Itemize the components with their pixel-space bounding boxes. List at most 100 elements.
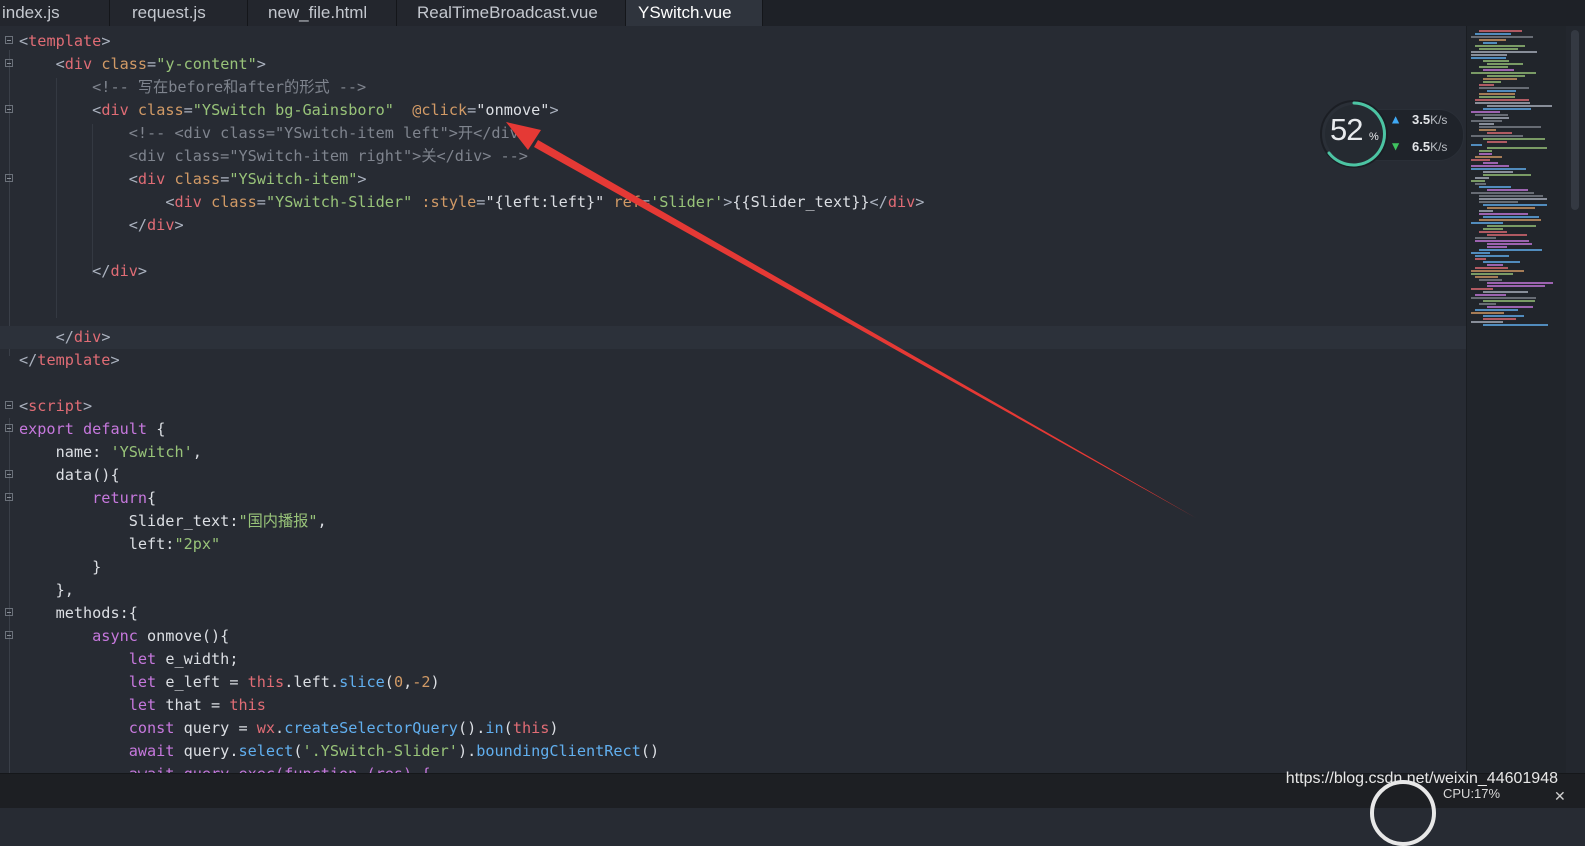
code-editor[interactable]: <template> <div class="y-content"> <!-- …	[0, 30, 1470, 773]
vertical-scrollbar[interactable]	[1566, 26, 1585, 773]
string-literal: "2px"	[174, 535, 221, 553]
code-text: that =	[156, 696, 230, 714]
minimap-line	[1475, 309, 1518, 311]
minimap-line	[1483, 324, 1548, 326]
minimap-line	[1471, 165, 1509, 167]
percent-sign: %	[1369, 131, 1379, 143]
tag-name: div	[137, 170, 166, 188]
minimap-line	[1487, 285, 1545, 287]
string-literal: "国内播报"	[238, 512, 318, 530]
upload-unit: K/s	[1430, 113, 1448, 127]
template-expression: {{Slider_text}}	[732, 193, 870, 211]
fold-toggle-icon[interactable]	[5, 631, 13, 639]
code-comment: <!-- 写在before和after的形式 -->	[92, 78, 367, 96]
tab-realtimebroadcast-vue[interactable]: RealTimeBroadcast.vue	[397, 0, 626, 26]
minimap-line	[1479, 279, 1502, 281]
code-line: <div class="YSwitch-item">	[0, 168, 1470, 191]
keyword: export	[19, 420, 74, 438]
tag-name: template	[28, 32, 102, 50]
minimap-line	[1471, 297, 1536, 299]
fold-toggle-icon[interactable]	[5, 424, 13, 432]
code-line: <!-- <div class="YSwitch-item left">开</d…	[0, 122, 1470, 145]
minimap-line	[1471, 273, 1513, 275]
code-line: let e_width;	[0, 648, 1470, 671]
string-literal: '.YSwitch-Slider'	[302, 742, 458, 760]
code-text: (	[384, 673, 394, 691]
fold-toggle-icon[interactable]	[5, 59, 13, 67]
minimap-line	[1483, 69, 1514, 71]
minimap-line	[1483, 81, 1501, 83]
tag-name: div	[101, 101, 129, 119]
code-line: },	[0, 579, 1470, 602]
minimap-line	[1471, 135, 1523, 137]
code-text: {	[147, 489, 157, 507]
code-text: ().	[457, 719, 486, 737]
tab-request-js[interactable]: request.js	[110, 0, 248, 26]
code-line: async onmove(){	[0, 625, 1470, 648]
keyword-this: this	[229, 696, 266, 714]
fold-toggle-icon[interactable]	[5, 105, 13, 113]
fold-toggle-icon[interactable]	[5, 470, 13, 478]
minimap-line	[1479, 150, 1492, 152]
minimap-line	[1475, 258, 1486, 260]
code-line: await query.exec(function (res) {	[0, 763, 1470, 773]
minimap[interactable]	[1466, 26, 1567, 773]
minimap-line	[1471, 168, 1526, 170]
minimap-line	[1471, 57, 1506, 59]
code-comment: <!-- <div class="YSwitch-item left">开</d…	[128, 124, 528, 142]
minimap-line	[1471, 54, 1507, 56]
minimap-line	[1471, 120, 1502, 122]
minimap-line	[1483, 228, 1503, 230]
code-text: ).	[457, 742, 477, 760]
code-text: ,	[403, 673, 413, 691]
download-unit: K/s	[1430, 140, 1448, 154]
code-line: let that = this	[0, 694, 1470, 717]
code-line: <script>	[0, 395, 1470, 418]
minimap-line	[1471, 72, 1536, 74]
keyword: default	[83, 420, 148, 438]
attr-value: "YSwitch bg-Gainsboro"	[192, 101, 394, 119]
minimap-line	[1483, 204, 1547, 206]
minimap-line	[1479, 213, 1528, 215]
code-line: </template>	[19, 351, 120, 369]
minimap-line	[1483, 261, 1520, 263]
close-icon[interactable]: ✕	[1554, 788, 1566, 805]
attr-name: class	[211, 193, 257, 211]
minimap-line	[1471, 270, 1524, 272]
minimap-line	[1479, 126, 1541, 128]
minimap-line	[1471, 288, 1493, 290]
minimap-line	[1475, 177, 1489, 179]
keyword-this: this	[247, 673, 285, 691]
minimap-line	[1487, 63, 1523, 65]
minimap-line	[1487, 132, 1512, 134]
network-speed-widget[interactable]: 52 % ▲ 3.5K/s ▼ 6.5K/s	[1318, 98, 1464, 170]
minimap-line	[1483, 291, 1528, 293]
tab-new-file-html[interactable]: new_file.html	[248, 0, 397, 26]
fold-toggle-icon[interactable]	[5, 36, 13, 44]
minimap-line	[1479, 249, 1542, 251]
attr-value: "onmove"	[476, 101, 550, 119]
scrollbar-thumb[interactable]	[1571, 30, 1579, 210]
code-text: ,	[317, 512, 327, 530]
download-rate: 6.5K/s	[1412, 139, 1447, 154]
fold-toggle-icon[interactable]	[5, 401, 13, 409]
tab-yswitch-vue[interactable]: YSwitch.vue	[626, 0, 763, 26]
minimap-line	[1483, 315, 1524, 317]
code-line: <div class="y-content">	[0, 53, 1470, 76]
fold-toggle-icon[interactable]	[5, 493, 13, 501]
code-text: (	[293, 742, 303, 760]
minimap-line	[1479, 195, 1543, 197]
minimap-line	[1471, 144, 1482, 146]
fold-toggle-icon[interactable]	[5, 174, 13, 182]
code-line: Slider_text:"国内播报",	[0, 510, 1470, 533]
minimap-line	[1471, 111, 1500, 113]
fold-toggle-icon[interactable]	[5, 608, 13, 616]
attr-name: @click	[412, 101, 468, 119]
attr-name: :style	[421, 193, 477, 211]
code-text: ,	[192, 443, 202, 461]
code-text: data(){	[55, 466, 120, 484]
attr-value: "YSwitch-Slider"	[265, 193, 413, 211]
tab-index-js[interactable]: index.js	[0, 0, 110, 26]
code-text: )	[549, 719, 559, 737]
code-comment: <div class="YSwitch-item right">关</div> …	[128, 147, 528, 165]
